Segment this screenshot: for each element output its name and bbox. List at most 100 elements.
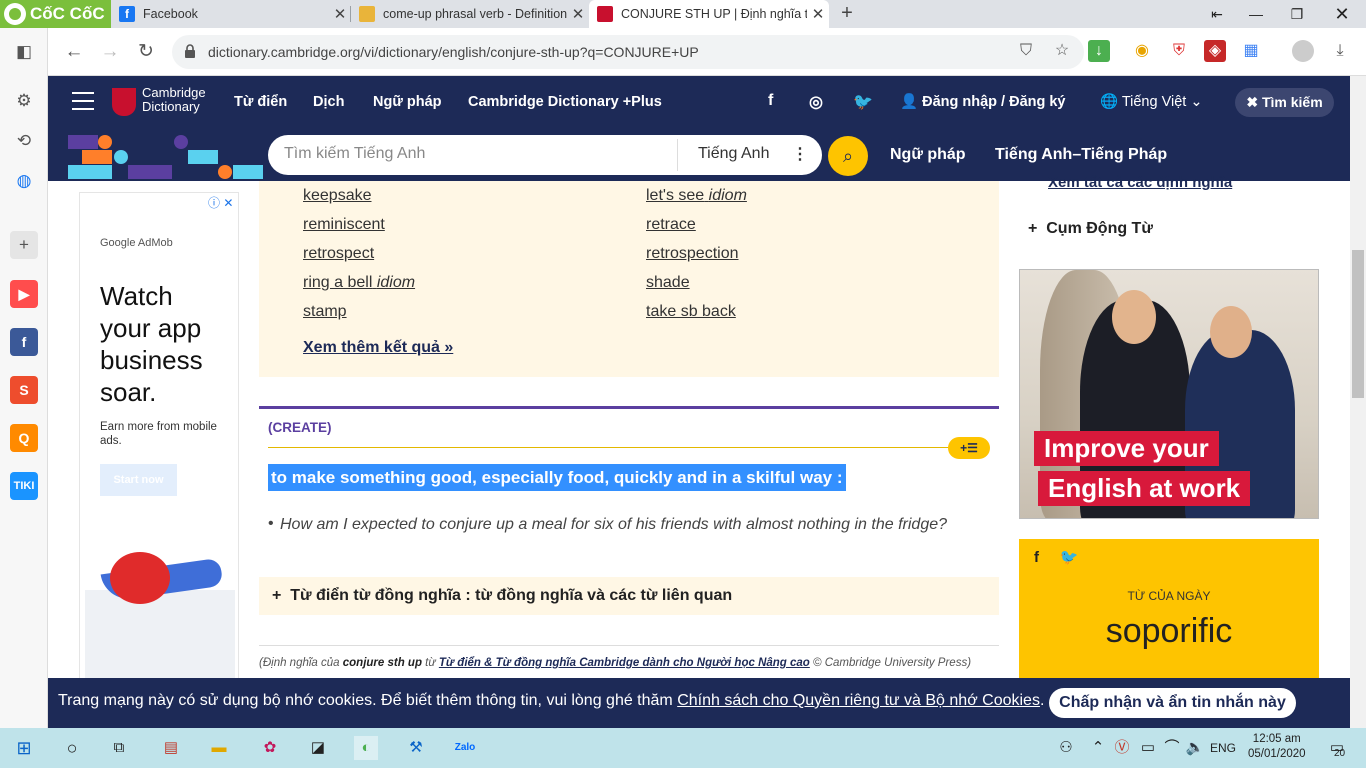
language-select[interactable]: 🌐 Tiếng Việt ⌄ [1100,93,1203,110]
terminal-app-icon[interactable]: ◪ [306,736,330,760]
search-button[interactable]: ⌕ [828,136,868,176]
wod-word[interactable]: soporific [1019,612,1319,651]
instagram-icon[interactable]: ◎ [809,92,823,112]
see-more-link[interactable]: Xem thêm kết quả » [303,339,453,357]
tiki-icon[interactable]: TIKI [10,472,38,500]
promo-face-right [1210,306,1252,358]
avatar[interactable] [1292,40,1314,62]
close-tab-icon[interactable]: ✕ [329,5,351,23]
star-icon[interactable]: ☆ [1051,40,1073,62]
tab-search-icon[interactable]: ⇤ [1197,0,1237,28]
nav-dictionary[interactable]: Từ điển [234,94,287,110]
reload-icon[interactable]: ↻ [132,38,160,66]
twitter-icon[interactable]: 🐦 [1060,549,1079,566]
related-word[interactable]: let's see idiom [646,187,747,205]
forward-icon[interactable]: → [96,38,124,66]
see-all-definitions-link[interactable]: Xem tất cả các định nghĩa [1048,174,1232,191]
related-word[interactable]: shade [646,274,690,292]
tab-cambridge[interactable]: CONJURE STH UP | Định nghĩa tro... ✕ [589,0,829,28]
close-tab-icon[interactable]: ✕ [567,5,589,23]
ad-choices-icon[interactable]: ⓘ ✕ [208,194,233,211]
accept-cookies-button[interactable]: Chấp nhận và ẩn tin nhắn này [1049,688,1296,718]
tray-chevron-icon[interactable]: ⌃ [1086,736,1110,760]
people-icon[interactable]: ⚇ [1054,736,1078,760]
phrasal-verbs-expander[interactable]: + Cụm Động Từ [1028,220,1153,238]
nav-translate[interactable]: Dịch [313,94,344,110]
login-link[interactable]: 👤 Đăng nhập / Đăng ký [900,93,1066,110]
history-icon[interactable]: ⟲ [10,127,38,155]
related-word[interactable]: retrospection [646,245,739,263]
facebook-icon[interactable]: f [768,92,773,110]
sidebar-toggle-icon[interactable]: ◧ [10,38,38,66]
more-options-icon[interactable]: ⋮ [792,144,808,164]
thesaurus-expander-label[interactable]: + Từ điển từ đồng nghĩa : từ đồng nghĩa … [272,587,732,605]
browser-brand[interactable]: CốC CốC [0,0,111,28]
cambridge-shield-icon[interactable] [112,88,136,116]
ad-button[interactable]: Start now [100,464,177,496]
facebook-icon[interactable]: f [1034,549,1039,566]
nav-grammar[interactable]: Ngữ pháp [373,94,442,110]
credit-link[interactable]: Từ điển & Từ đồng nghĩa Cambridge dành c… [439,657,810,669]
minimize-button[interactable]: — [1236,0,1276,28]
search-app-icon[interactable]: Q [10,424,38,452]
scrollbar-thumb[interactable] [1352,250,1364,398]
close-window-button[interactable]: ✕ [1322,0,1362,28]
search-close-button[interactable]: ✖ Tìm kiếm [1235,88,1334,117]
page-scrollbar[interactable] [1350,76,1366,728]
related-word[interactable]: stamp [303,303,347,321]
add-icon[interactable]: + [10,231,38,259]
promo-image[interactable]: Improve your English at work [1019,269,1319,519]
facebook-sidebar-icon[interactable]: f [10,328,38,356]
tool-app-icon[interactable]: ⚒ [404,736,428,760]
messenger-icon[interactable]: ◍ [10,167,38,195]
extension-red-icon[interactable]: ◈ [1204,40,1226,62]
menu-icon[interactable] [72,92,94,110]
clock[interactable]: 12:05 am 05/01/2020 [1248,732,1306,762]
site-logo-text[interactable]: Cambridge Dictionary [142,86,206,114]
tab-definition[interactable]: come-up phrasal verb - Definition... ✕ [351,0,589,28]
shield-icon[interactable]: ⛉ [1015,40,1037,62]
maximize-button[interactable]: ❐ [1277,0,1317,28]
related-word[interactable]: reminiscent [303,216,385,234]
back-icon[interactable]: ← [60,38,88,66]
related-word[interactable]: keepsake [303,187,372,205]
download-ext-icon[interactable]: ↓ [1088,40,1110,62]
related-word[interactable]: ring a bell idiom [303,274,415,292]
file-explorer-icon[interactable]: ▬ [207,736,231,760]
zalo-icon[interactable]: Zalo [453,736,477,760]
tab-facebook[interactable]: f Facebook ✕ [111,0,351,28]
dictionary-icon [359,6,375,22]
extension-grid-icon[interactable]: ▦ [1240,40,1262,62]
add-to-wordlist-button[interactable]: +☰ [948,437,990,459]
battery-icon[interactable]: ▭ [1136,736,1160,760]
nav-english-french[interactable]: Tiếng Anh–Tiếng Pháp [995,146,1167,164]
nav-plus[interactable]: Cambridge Dictionary +Plus [468,94,662,110]
dictionary-select[interactable]: Tiếng Anh [698,145,769,163]
office-app-icon[interactable]: ▤ [159,736,183,760]
notification-count: 20 [1334,748,1346,759]
privacy-policy-link[interactable]: Chính sách cho Quyền riêng tư và Bộ nhớ … [677,692,1040,709]
twitter-icon[interactable]: 🐦 [853,92,873,112]
new-tab-button[interactable]: + [836,2,858,24]
adblock-icon[interactable]: ⛨ [1168,40,1190,62]
close-tab-icon[interactable]: ✕ [807,5,829,23]
network-icon[interactable]: ⌒ [1160,736,1184,760]
shopee-icon[interactable]: S [10,376,38,404]
related-word[interactable]: retrace [646,216,696,234]
tray-app-icon[interactable]: Ⓥ [1110,736,1134,760]
nav-grammar-2[interactable]: Ngữ pháp [890,146,966,164]
extension-icon[interactable]: ◉ [1131,40,1153,62]
related-word[interactable]: take sb back [646,303,736,321]
paint-app-icon[interactable]: ✿ [258,736,282,760]
windows-start-icon[interactable]: ⊞ [12,736,36,760]
task-view-icon[interactable]: ⧉ [107,736,131,760]
search-input[interactable]: Tìm kiếm Tiếng Anh [284,145,425,163]
volume-icon[interactable]: 🔈 [1183,736,1207,760]
coccoc-taskbar-icon[interactable]: ◐ [354,736,378,760]
gear-icon[interactable]: ⚙ [10,87,38,115]
language-indicator[interactable]: ENG [1208,736,1238,760]
youtube-icon[interactable]: ▶ [10,280,38,308]
search-circle-icon[interactable]: ○ [60,736,84,760]
related-word[interactable]: retrospect [303,245,374,263]
download-icon[interactable]: ⤓ [1329,40,1351,62]
